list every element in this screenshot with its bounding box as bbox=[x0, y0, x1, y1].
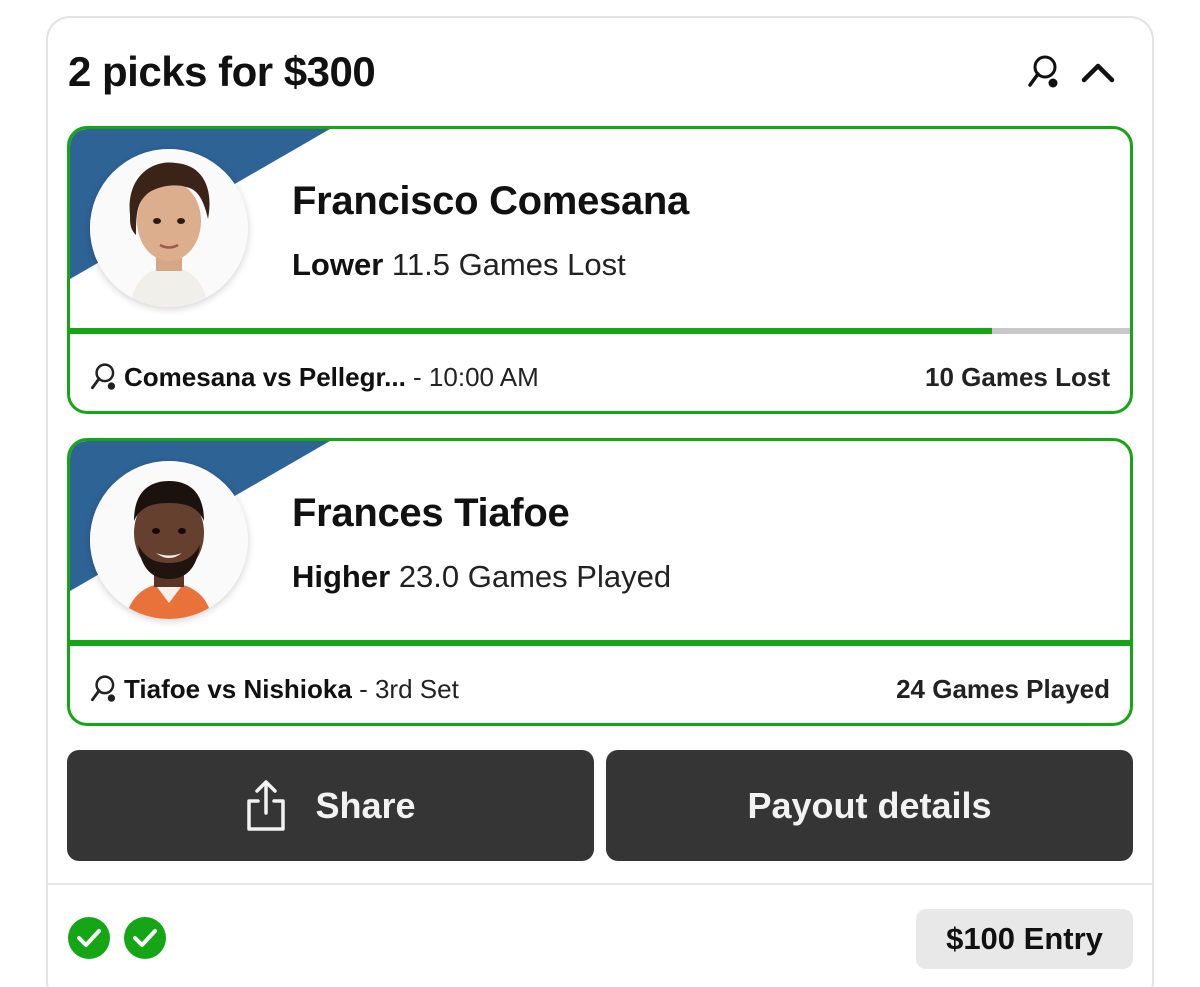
header-icons bbox=[1026, 54, 1130, 90]
player-name: Frances Tiafoe bbox=[292, 491, 570, 535]
player-name: Francisco Comesana bbox=[292, 179, 689, 223]
pick-direction: Lower bbox=[292, 247, 384, 282]
check-icon bbox=[68, 917, 110, 959]
pick-line: Lower 11.5 Games Lost bbox=[292, 247, 626, 283]
match-info: Comesana vs Pellegr... - 10:00 AM bbox=[90, 362, 539, 393]
progress-fill bbox=[70, 640, 1130, 646]
current-stat: 24 Games Played bbox=[896, 673, 1110, 704]
check-icon bbox=[124, 917, 166, 959]
tennis-icon bbox=[1026, 54, 1062, 90]
progress-bar bbox=[70, 328, 1130, 334]
tennis-icon bbox=[90, 362, 120, 392]
tennis-icon bbox=[90, 674, 120, 704]
entry-title: 2 picks for $300 bbox=[68, 48, 376, 95]
pick-results bbox=[68, 917, 166, 959]
payout-details-button[interactable]: Payout details bbox=[606, 750, 1133, 861]
pick-stat-line: 23.0 Games Played bbox=[398, 559, 672, 594]
share-label: Share bbox=[315, 784, 416, 826]
entry-amount-badge: $100 Entry bbox=[916, 909, 1133, 969]
pick-card[interactable]: Frances Tiafoe Higher 23.0 Games Played … bbox=[67, 438, 1133, 726]
match-status: - 3rd Set bbox=[359, 673, 459, 704]
payout-label: Payout details bbox=[747, 784, 992, 826]
pick-card[interactable]: Francisco Comesana Lower 11.5 Games Lost… bbox=[67, 126, 1133, 414]
chevron-up-icon[interactable] bbox=[1080, 54, 1116, 90]
divider bbox=[48, 883, 1152, 885]
match-row: Tiafoe vs Nishioka - 3rd Set 24 Games Pl… bbox=[90, 669, 1110, 709]
match-name: Comesana vs Pellegr... bbox=[124, 361, 406, 392]
player-avatar bbox=[90, 149, 248, 307]
progress-fill bbox=[70, 328, 993, 334]
pick-stat-line: 11.5 Games Lost bbox=[391, 247, 626, 282]
pick-line: Higher 23.0 Games Played bbox=[292, 559, 671, 595]
progress-bar bbox=[70, 640, 1130, 646]
player-avatar bbox=[90, 461, 248, 619]
pick-direction: Higher bbox=[292, 559, 391, 594]
entry-header: 2 picks for $300 bbox=[68, 40, 1130, 104]
match-name: Tiafoe vs Nishioka bbox=[124, 673, 352, 704]
share-button[interactable]: Share bbox=[67, 750, 594, 861]
share-icon bbox=[245, 779, 287, 833]
current-stat: 10 Games Lost bbox=[925, 361, 1110, 392]
match-row: Comesana vs Pellegr... - 10:00 AM 10 Gam… bbox=[90, 357, 1110, 397]
match-status: - 10:00 AM bbox=[413, 361, 539, 392]
match-info: Tiafoe vs Nishioka - 3rd Set bbox=[90, 674, 459, 705]
